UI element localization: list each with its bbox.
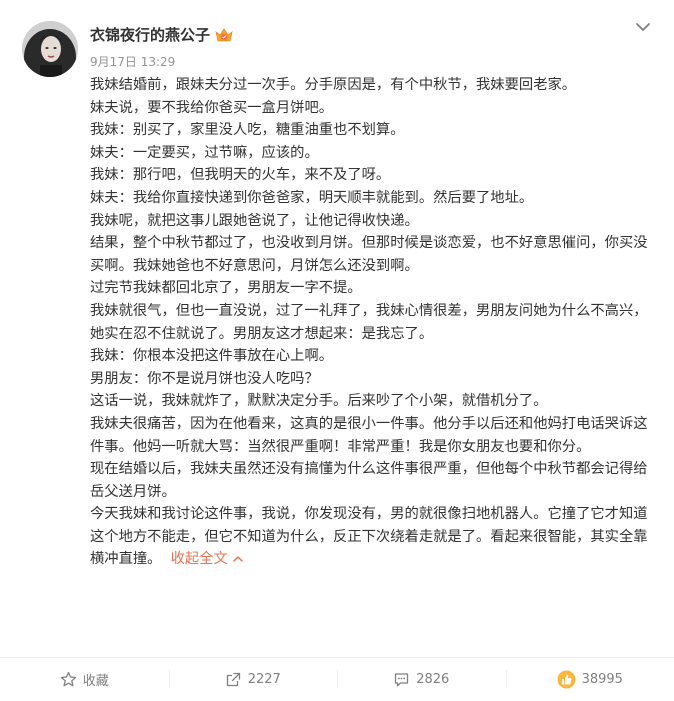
collapse-full-text-link[interactable]: 收起全文 [171, 551, 244, 567]
collapse-label[interactable]: 收起全文 [171, 551, 228, 567]
repost-button[interactable]: 2227 [168, 658, 338, 701]
post-paragraph: 妹夫：我给你直接快递到你爸爸家，明天顺丰就能到。然后要了地址。 [90, 189, 534, 206]
post-paragraph: 我妹：那行吧，但我明天的火车，来不及了呀。 [90, 167, 391, 184]
username-text[interactable]: 衣锦夜行的燕公子 [90, 25, 210, 45]
comment-icon [395, 673, 409, 687]
username[interactable]: 衣锦夜行的燕公子 [90, 25, 234, 45]
post-paragraph: 结果，整个中秋节都过了，也没收到月饼。但那时候是谈恋爱，也不好意思催问，你买没买… [90, 235, 648, 274]
post-paragraph: 我妹：别买了，家里没人吃，糖重油重也不划算。 [90, 122, 405, 139]
like-count[interactable]: 38995 [582, 672, 623, 687]
post-timestamp[interactable]: 9月17日 13:29 [90, 54, 175, 70]
star-icon [60, 671, 76, 687]
post-paragraph-last: 今天我妹和我讨论这件事，我说，你发现没有，男的就很像扫地机器人。它撞了它才知道这… [90, 503, 650, 571]
chevron-up-icon[interactable] [232, 553, 244, 565]
post-paragraph: 我妹呢，就把这事儿跟她爸说了，让他记得收快递。 [90, 212, 419, 229]
action-bar: 收藏 2227 2826 38995 [0, 658, 674, 701]
avatar-image [22, 21, 78, 77]
repost-icon [226, 672, 240, 687]
like-button[interactable]: 38995 [505, 658, 674, 701]
post-paragraph: 过完节我妹都回北京了，男朋友一字不提。 [90, 280, 362, 297]
post-paragraph: 我妹结婚前，跟妹夫分过一次手。分手原因是，有个中秋节，我妹要回老家。 [90, 77, 577, 93]
comment-button[interactable]: 2826 [337, 658, 506, 701]
thumbs-up-icon [557, 670, 576, 689]
favorite-button[interactable]: 收藏 [0, 658, 169, 701]
vip-crown-icon [215, 28, 233, 42]
avatar[interactable] [22, 21, 78, 77]
comment-count[interactable]: 2826 [416, 672, 449, 687]
repost-count[interactable]: 2227 [248, 672, 281, 687]
weibo-post-card: 衣锦夜行的燕公子 9月17日 13:29 我妹结婚前，跟妹夫分过一次手。分手原因… [0, 0, 674, 701]
post-content: 我妹结婚前，跟妹夫分过一次手。分手原因是，有个中秋节，我妹要回老家。 妹夫说，要… [90, 74, 650, 571]
post-paragraph: 我妹：你根本没把这件事放在心上啊。 [90, 348, 334, 365]
post-paragraph: 这话一说，我妹就炸了，默默决定分手。后来吵了个小架，就借机分了。 [90, 393, 548, 410]
favorite-label[interactable]: 收藏 [83, 670, 109, 689]
post-paragraph: 我妹夫很痛苦，因为在他看来，这真的是很小一件事。他分手以后还和他妈打电话哭诉这件… [90, 415, 648, 455]
post-paragraph: 我妹就很气，但也一直没说，过了一礼拜了，我妹心情很差，男朋友问她为什么不高兴，她… [90, 302, 648, 342]
post-paragraph: 男朋友：你不是说月饼也没人吃吗？ [90, 370, 319, 387]
post-paragraph: 妹夫：一定要买，过节嘛，应该的。 [90, 144, 319, 161]
chevron-down-icon[interactable] [634, 18, 652, 36]
post-paragraph: 现在结婚以后，我妹夫虽然还没有搞懂为什么这件事很严重，但他每个中秋节都会记得给岳… [90, 461, 648, 500]
post-paragraph: 妹夫说，要不我给你爸买一盒月饼吧。 [90, 99, 334, 116]
